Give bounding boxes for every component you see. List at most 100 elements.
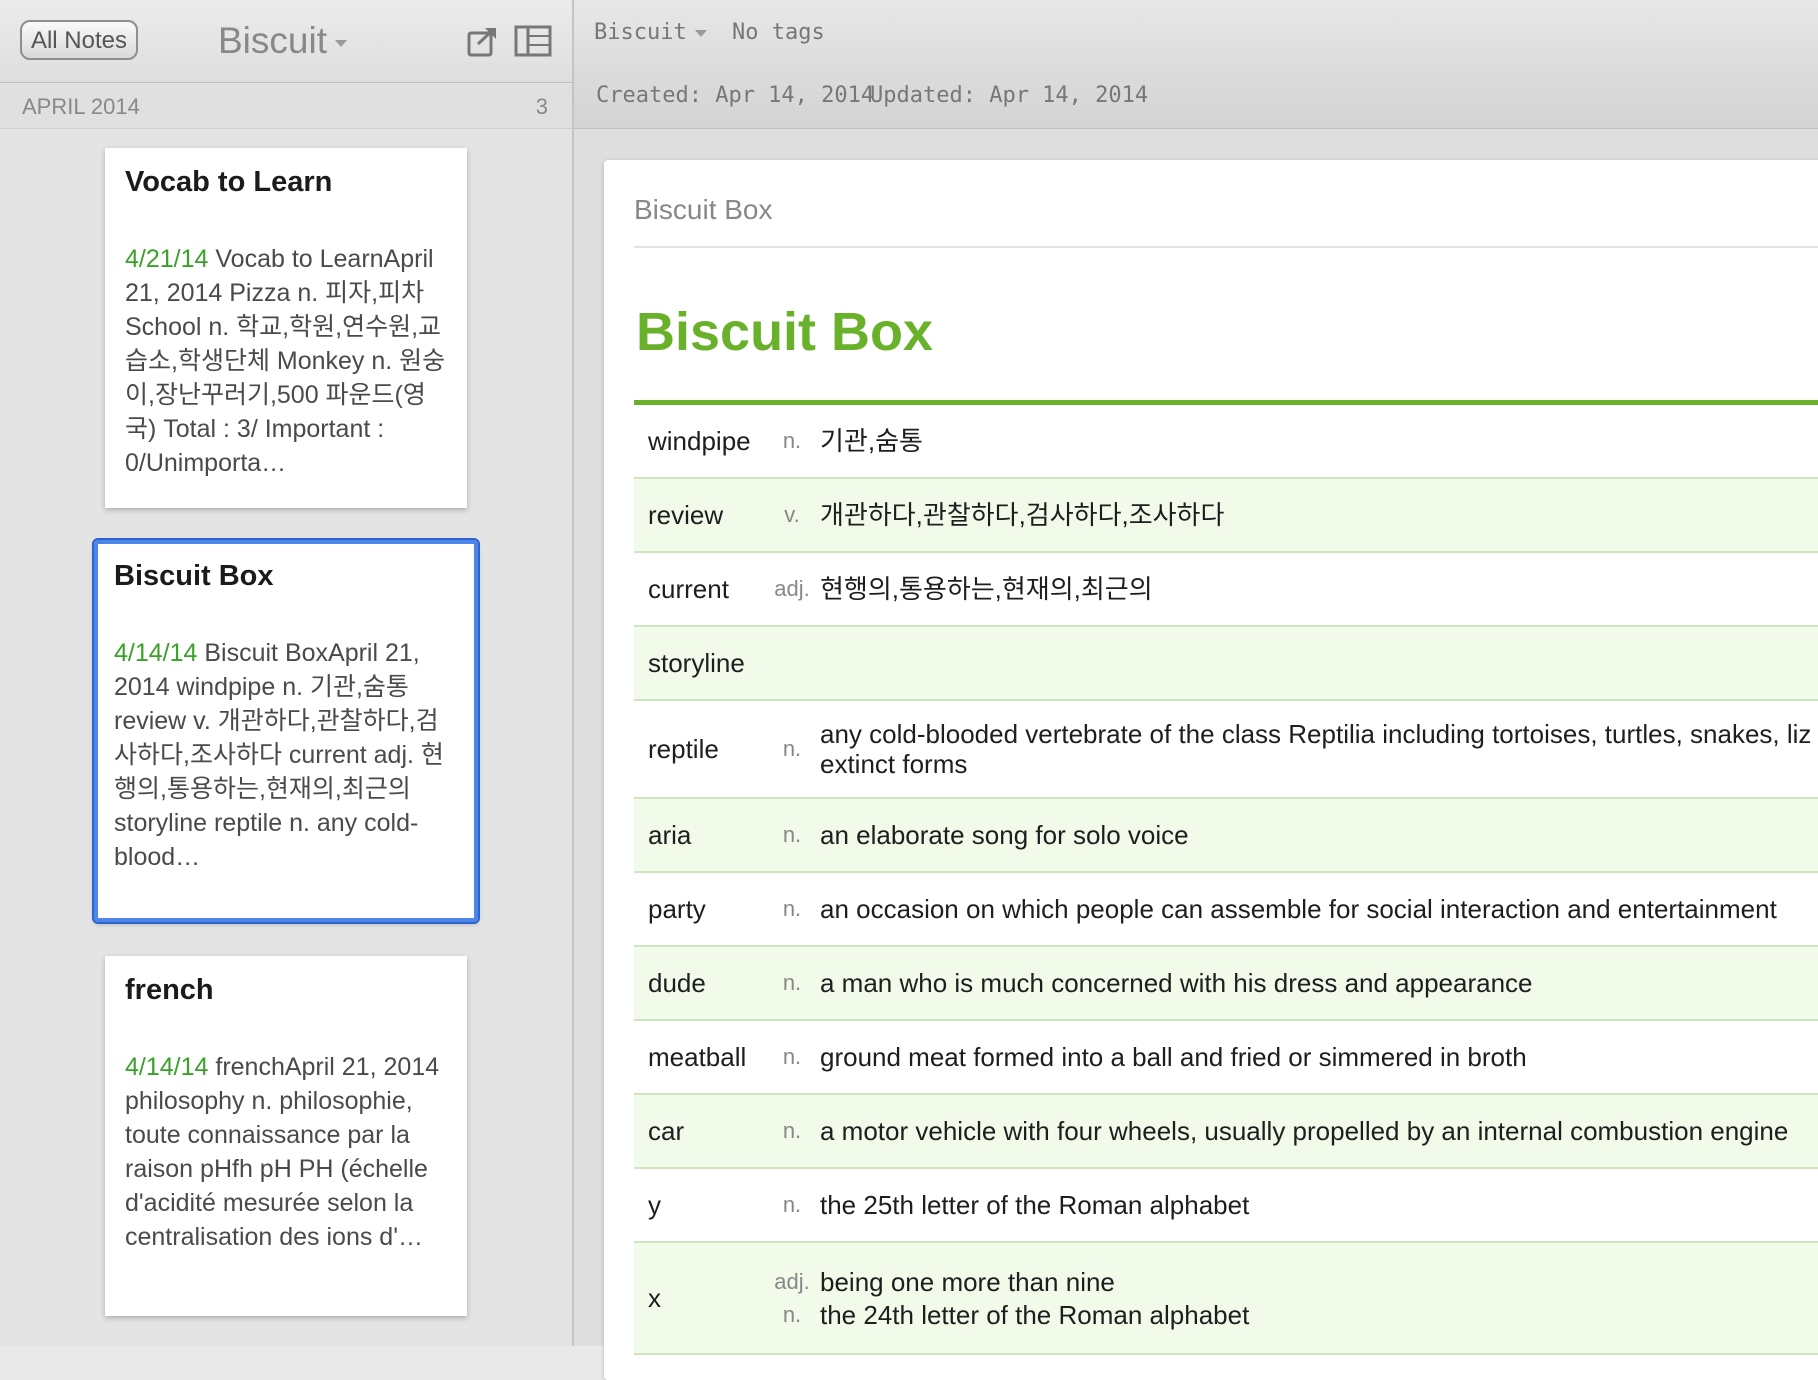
vocab-definitions: n. a man who is much concerned with his d… (764, 968, 1818, 998)
chevron-down-icon (334, 39, 347, 47)
note-card-snippet: 4/21/14 Vocab to LearnApril 21, 2014 Piz… (125, 242, 447, 480)
vocab-definition: n. the 25th letter of the Roman alphabet (764, 1190, 1818, 1220)
vocab-row: car n. a motor vehicle with four wheels, u… (634, 1095, 1818, 1169)
note-card-title: Biscuit Box (114, 560, 274, 592)
definition-text: 기관,숨통 (820, 426, 923, 456)
vocab-definitions: v. 개관하다,관찰하다,검사하다,조사하다 (764, 500, 1818, 530)
date-group-header: APRIL 2014 3 (0, 84, 572, 129)
vocab-word: y (648, 1189, 661, 1220)
vocab-row: party n. an occasion on which people can a… (634, 873, 1818, 947)
vocab-row: review v. 개관하다,관찰하다,검사하다,조사하다 (634, 479, 1818, 553)
notebook-title-dropdown[interactable]: Biscuit (218, 20, 347, 62)
vocab-row: windpipe n. 기관,숨통 (634, 405, 1818, 479)
note-card-snippet-text: frenchApril 21, 2014 philosophy n. philo… (125, 1053, 440, 1251)
note-card-snippet-text: Biscuit BoxApril 21, 2014 windpipe n. 기관… (114, 639, 444, 871)
vocab-word: windpipe (648, 425, 751, 456)
note-card-title: french (125, 974, 214, 1006)
created-date: Created: Apr 14, 2014 (596, 83, 875, 108)
note-card-french[interactable]: french 4/14/14 frenchApril 21, 2014 phil… (105, 956, 467, 1316)
notebook-title: Biscuit (218, 20, 327, 61)
vocab-row: y n. the 25th letter of the Roman alphabet (634, 1169, 1818, 1243)
note-card-snippet: 4/14/14 frenchApril 21, 2014 philosophy … (125, 1050, 447, 1254)
note-card-title: Vocab to Learn (125, 166, 333, 198)
notes-list-panel: All Notes Biscuit APRIL 2014 3 Vocab to … (0, 0, 574, 1346)
definition-text: a motor vehicle with four wheels, usuall… (820, 1116, 1789, 1146)
date-group-label: APRIL 2014 (22, 94, 140, 119)
note-card-date: 4/14/14 (125, 1053, 209, 1081)
vocab-definition: n. the 24th letter of the Roman alphabet (764, 1300, 1818, 1330)
note-card-vocab-to-learn[interactable]: Vocab to Learn 4/21/14 Vocab to LearnApr… (105, 148, 467, 508)
part-of-speech: n. (782, 1044, 802, 1069)
note-heading: Biscuit Box (636, 302, 934, 362)
vocab-definition: n. a motor vehicle with four wheels, usua… (764, 1116, 1818, 1146)
vocab-word: storyline (648, 647, 745, 678)
part-of-speech: v. (784, 502, 800, 527)
chevron-down-icon (694, 29, 707, 37)
vocab-definitions: n. the 25th letter of the Roman alphabet (764, 1190, 1818, 1220)
layout-toggle-icon[interactable] (514, 24, 552, 58)
vocab-row: current adj. 현행의,통용하는,현재의,최근의 (634, 553, 1818, 627)
vocab-definition: adj. being one more than nine (764, 1267, 1818, 1297)
vocab-word: x (648, 1282, 661, 1313)
part-of-speech: n. (782, 1192, 802, 1217)
definition-text: 개관하다,관찰하다,검사하다,조사하다 (820, 500, 1225, 530)
vocab-definitions: n. 기관,숨통 (764, 426, 1818, 456)
all-notes-button[interactable]: All Notes (20, 20, 138, 60)
part-of-speech: adj. (774, 576, 810, 601)
vocab-definition: n. an elaborate song for solo voice (764, 820, 1818, 850)
definition-text: 현행의,통용하는,현재의,최근의 (820, 574, 1153, 604)
vocab-definition: n. ground meat formed into a ball and fri… (764, 1042, 1818, 1072)
part-of-speech: n. (782, 1301, 802, 1327)
note-title-input[interactable]: Biscuit Box (634, 190, 1818, 248)
part-of-speech: n. (782, 970, 802, 995)
vocab-table: windpipe n. 기관,숨통 review v. 개관하다,관찰하다,검사하다,조사… (634, 400, 1818, 1355)
part-of-speech: n. (782, 428, 802, 453)
part-of-speech: adj. (774, 1268, 810, 1294)
note-card-date: 4/14/14 (114, 639, 198, 667)
note-content-area[interactable]: Biscuit Box Biscuit Box windpipe n. 기관,숨통 r… (604, 160, 1818, 1380)
notebook-selector-label: Biscuit (594, 20, 687, 45)
note-editor-pane: Biscuit No tags Created: Apr 14, 2014 Up… (574, 0, 1818, 1380)
notes-list-header: All Notes Biscuit (0, 0, 572, 83)
vocab-word: party (648, 893, 706, 924)
vocab-definition: n. an occasion on which people can assemb… (764, 894, 1818, 924)
vocab-word: reptile (648, 733, 719, 764)
vocab-definitions: n. an elaborate song for solo voice (764, 820, 1818, 850)
vocab-row: meatball n. ground meat formed into a ball… (634, 1021, 1818, 1095)
tags-field[interactable]: No tags (732, 20, 825, 45)
vocab-word: review (648, 499, 724, 530)
notebook-selector[interactable]: Biscuit (594, 20, 707, 45)
definition-text: any cold-blooded vertebrate of the class… (820, 719, 1812, 779)
vocab-definitions: n. an occasion on which people can assemb… (764, 894, 1818, 924)
vocab-definitions: adj. being one more than nine n. the 24th l… (764, 1264, 1818, 1333)
vocab-row: x adj. being one more than nine n. the 24th … (634, 1243, 1818, 1355)
vocab-word: meatball (648, 1041, 747, 1072)
vocab-definitions: n. any cold-blooded vertebrate of the cla… (764, 719, 1818, 779)
definition-text: being one more than nine (820, 1266, 1115, 1297)
note-card-biscuit-box[interactable]: Biscuit Box 4/14/14 Biscuit BoxApril 21,… (92, 538, 480, 924)
note-card-snippet-text: Vocab to LearnApril 21, 2014 Pizza n. 피자… (125, 245, 446, 477)
vocab-definition: v. 개관하다,관찰하다,검사하다,조사하다 (764, 500, 1818, 530)
part-of-speech: n. (782, 736, 802, 761)
vocab-row: storyline (634, 627, 1818, 701)
vocab-word: current (648, 573, 729, 604)
definition-text: a man who is much concerned with his dre… (820, 968, 1533, 998)
vocab-definitions: n. ground meat formed into a ball and fri… (764, 1042, 1818, 1072)
vocab-word: aria (648, 819, 692, 850)
share-icon[interactable] (466, 24, 500, 58)
updated-date: Updated: Apr 14, 2014 (870, 83, 1149, 108)
definition-text: an occasion on which people can assemble… (820, 894, 1777, 924)
definition-text: the 24th letter of the Roman alphabet (820, 1299, 1250, 1330)
definition-text: ground meat formed into a ball and fried… (820, 1042, 1527, 1072)
vocab-definitions: n. a motor vehicle with four wheels, usua… (764, 1116, 1818, 1146)
vocab-word: dude (648, 967, 706, 998)
part-of-speech: n. (782, 1118, 802, 1143)
note-card-snippet: 4/14/14 Biscuit BoxApril 21, 2014 windpi… (114, 636, 458, 874)
vocab-row: reptile n. any cold-blooded vertebrate of … (634, 701, 1818, 799)
vocab-row: aria n. an elaborate song for solo voice (634, 799, 1818, 873)
vocab-word: car (648, 1115, 685, 1146)
definition-text: an elaborate song for solo voice (820, 820, 1189, 850)
vocab-definition: adj. 현행의,통용하는,현재의,최근의 (764, 574, 1818, 604)
definition-text: the 25th letter of the Roman alphabet (820, 1190, 1250, 1220)
vocab-definition: n. a man who is much concerned with his d… (764, 968, 1818, 998)
